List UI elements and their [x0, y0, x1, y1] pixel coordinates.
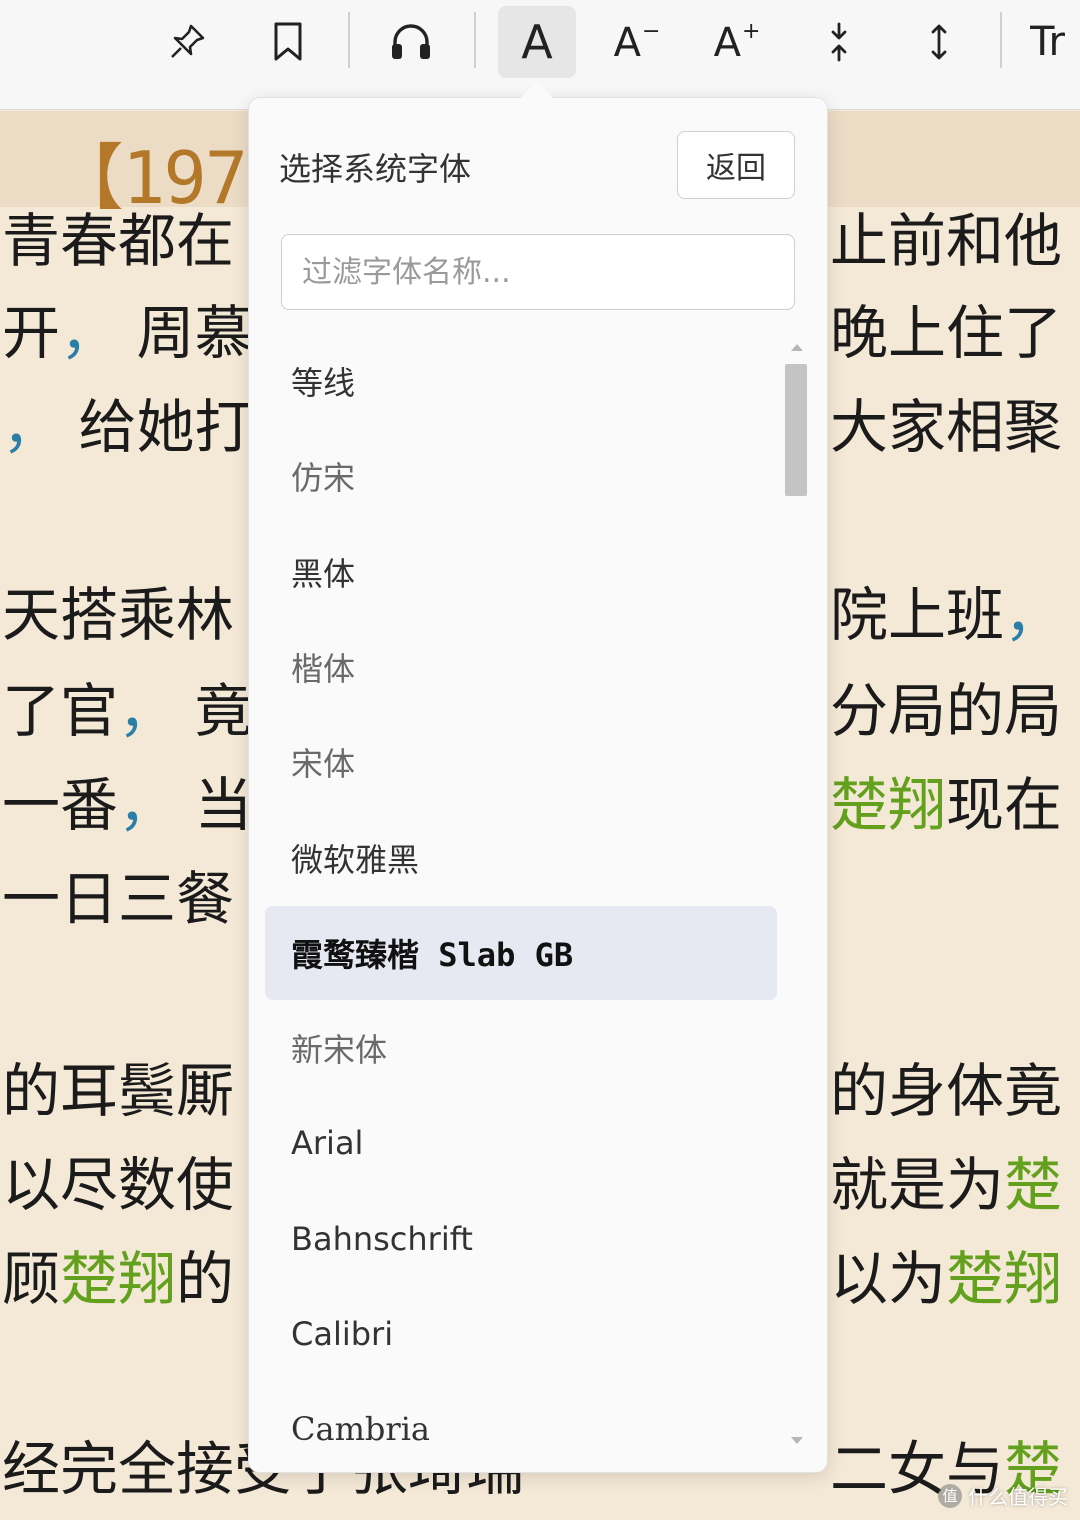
punctuation: ， [2, 393, 61, 461]
text-run: 现在 [946, 771, 1063, 839]
toolbar-divider [348, 12, 350, 68]
font-option[interactable]: 宋体 [265, 715, 777, 809]
font-option[interactable]: 等线 [265, 334, 777, 428]
pin-button[interactable] [148, 6, 226, 78]
toolbar-divider [1000, 12, 1002, 68]
font-list-scrollbar[interactable] [785, 334, 809, 1466]
popup-title: 选择系统字体 [279, 150, 472, 188]
text-run: 院上班 [830, 581, 1005, 649]
text-line-right: 楚翔现在 [830, 769, 1062, 841]
toolbar-divider [474, 12, 476, 68]
expand-line-spacing-button[interactable] [900, 6, 978, 78]
shrink-line-spacing-icon [831, 22, 847, 62]
shrink-line-spacing-button[interactable] [800, 6, 878, 78]
scroll-up-arrow-icon[interactable] [791, 344, 803, 351]
text-line-right: 分局的局 [830, 677, 1063, 745]
font-option[interactable]: 楷体 [265, 620, 777, 714]
bookmark-icon [274, 22, 302, 61]
text-run: 的 [176, 1245, 235, 1313]
font-selector-popup: 选择系统字体 返回 等线仿宋黑体楷体宋体微软雅黑霞鹜臻楷 Slab GB新宋体A… [248, 97, 828, 1473]
character-name: 楚翔 [60, 1245, 177, 1313]
text-line-right: 院上班， [830, 579, 1062, 651]
font-option[interactable]: Cambria [265, 1382, 777, 1466]
font-filter-input[interactable] [281, 234, 795, 310]
decrease-font-icon: A− [613, 19, 661, 66]
font-list[interactable]: 等线 仿宋 黑体 楷体 宋体 微软雅黑 霞鹜臻楷 Slab GB 新宋体 Arial Bahnsc… [265, 334, 777, 1466]
text-line-right: 晚上住了 [830, 299, 1063, 367]
increase-font-button[interactable]: A+ [698, 6, 776, 78]
text-line-right: 以为楚翔 [830, 1243, 1062, 1315]
text-run: 周慕 [118, 299, 253, 367]
watermark: 值 什么值得买 [938, 1481, 1068, 1510]
decrease-font-button[interactable]: A− [598, 6, 676, 78]
scroll-thumb[interactable] [785, 364, 807, 496]
text-run: 顾 [2, 1245, 61, 1313]
text-line-left: 天搭乘林 [2, 581, 235, 649]
text-run: 了官 [2, 677, 119, 745]
font-option[interactable]: 黑体 [265, 525, 777, 619]
punctuation: ， [1004, 581, 1063, 649]
character-name: 楚翔 [946, 1245, 1063, 1313]
watermark-text: 什么值得买 [968, 1485, 1068, 1509]
watermark-logo: 值 [938, 1483, 962, 1508]
text-run: 就是为 [830, 1151, 1005, 1219]
text-line-left: 顾楚翔的 [2, 1243, 234, 1315]
character-name: 楚翔 [830, 771, 947, 839]
text-line-right: 止前和他 [830, 207, 1063, 275]
font-option[interactable]: 仿宋 [265, 429, 777, 523]
font-button[interactable]: A [498, 6, 576, 78]
font-option[interactable]: 微软雅黑 [265, 811, 777, 905]
text-line-right: 就是为楚 [830, 1149, 1062, 1221]
text-run: 开 [2, 299, 61, 367]
text-line-right: 大家相聚 [830, 393, 1063, 461]
expand-line-spacing-icon [931, 24, 947, 60]
popup-pointer [521, 80, 553, 98]
text-run: 给她打 [60, 393, 253, 461]
text-line-left: ， 给她打 [2, 391, 252, 463]
text-line-left: 青春都在 [2, 207, 235, 275]
text-line-left: 开， 周慕 [2, 297, 252, 369]
font-option[interactable]: Arial [265, 1096, 777, 1190]
scroll-down-arrow-icon[interactable] [791, 1437, 803, 1444]
text-line-left: 了官， 竟 [2, 675, 252, 747]
font-option[interactable]: Calibri [265, 1287, 777, 1381]
text-line-left: 一日三餐 [2, 865, 235, 933]
text-theme-button[interactable]: Tr [1030, 6, 1080, 78]
character-name: 楚 [1004, 1151, 1063, 1219]
punctuation: ， [118, 677, 177, 745]
increase-font-icon: A+ [713, 19, 761, 66]
text-line-left: 的耳鬓厮 [2, 1057, 235, 1125]
text-theme-icon: Tr [1030, 19, 1065, 65]
text-run: 一番 [2, 771, 119, 839]
text-run: 以为 [830, 1245, 947, 1313]
text-line-left: 一番， 当 [2, 769, 252, 841]
pin-icon [171, 24, 205, 58]
text-line-right: 的身体竟 [830, 1057, 1063, 1125]
text-line-left: 以尽数使 [2, 1151, 235, 1219]
punctuation: ， [60, 299, 119, 367]
font-option[interactable]: 新宋体 [265, 1001, 777, 1095]
read-aloud-button[interactable] [372, 6, 450, 78]
font-option[interactable]: Bahnschrift [265, 1192, 777, 1286]
font-icon: A [521, 15, 553, 69]
punctuation: ， [118, 771, 177, 839]
headphones-icon [392, 24, 430, 59]
font-option[interactable]: 霞鹜臻楷 Slab GB [265, 905, 777, 1000]
text-run: 竟 [176, 677, 253, 745]
bookmark-button[interactable] [249, 6, 327, 78]
back-button[interactable]: 返回 [677, 131, 795, 199]
text-run: 当 [176, 771, 253, 839]
